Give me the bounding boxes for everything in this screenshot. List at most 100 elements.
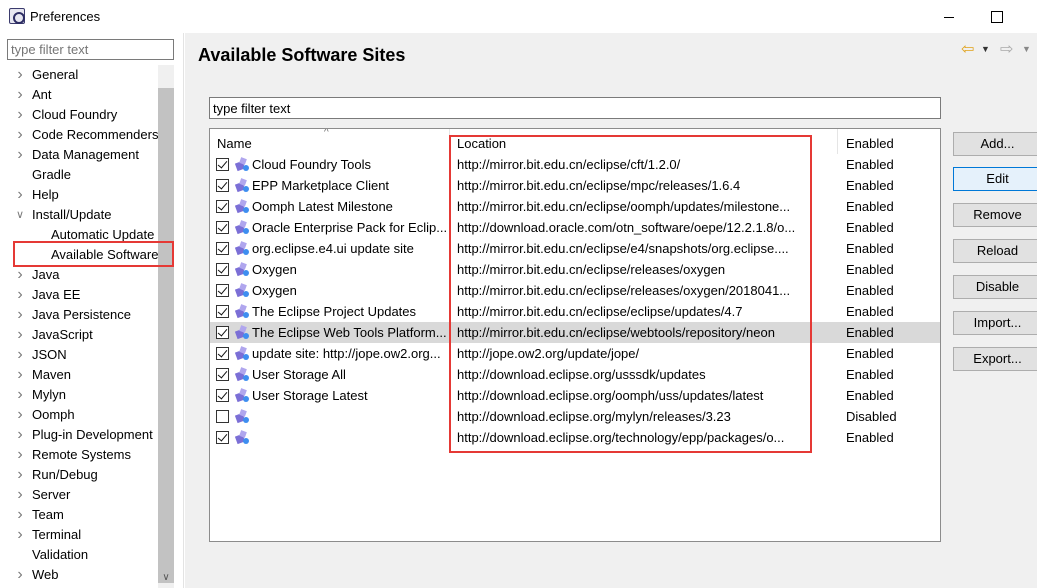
site-location-cell: http://download.eclipse.org/usssdk/updat…: [457, 367, 706, 382]
enable-checkbox[interactable]: [216, 263, 229, 276]
enable-checkbox[interactable]: [216, 326, 229, 339]
scroll-down-icon[interactable]: ∨: [158, 571, 174, 585]
export-button[interactable]: Export...: [953, 347, 1037, 371]
nav-filter-input[interactable]: [7, 39, 174, 60]
enable-checkbox[interactable]: [216, 389, 229, 402]
table-row[interactable]: http://download.eclipse.org/technology/e…: [210, 427, 940, 448]
enable-checkbox[interactable]: [216, 431, 229, 444]
column-header-name[interactable]: Name: [217, 136, 252, 151]
enable-checkbox[interactable]: [216, 305, 229, 318]
tree-item[interactable]: › Run/Debug: [0, 465, 158, 485]
tree-item[interactable]: › Maven: [0, 365, 158, 385]
nav-scrollbar-thumb[interactable]: [158, 88, 174, 583]
tree-item[interactable]: › Team: [0, 505, 158, 525]
table-row[interactable]: Oxygen http://mirror.bit.edu.cn/eclipse/r…: [210, 280, 940, 301]
tree-item[interactable]: › Java Persistence: [0, 305, 158, 325]
tree-item[interactable]: › Cloud Foundry: [0, 105, 158, 125]
enable-checkbox[interactable]: [216, 284, 229, 297]
enable-checkbox[interactable]: [216, 242, 229, 255]
disable-button[interactable]: Disable: [953, 275, 1037, 299]
tree-item[interactable]: › Plug-in Development: [0, 425, 158, 445]
enable-checkbox[interactable]: [216, 158, 229, 171]
chevron-right-icon[interactable]: ›: [14, 185, 26, 205]
remove-button[interactable]: Remove: [953, 203, 1037, 227]
tree-item-label: Help: [32, 187, 59, 202]
table-row[interactable]: Oomph Latest Milestone http://mirror.bit.…: [210, 196, 940, 217]
chevron-right-icon[interactable]: ›: [14, 65, 26, 85]
chevron-right-icon[interactable]: ›: [14, 305, 26, 325]
chevron-down-icon[interactable]: ∨: [14, 205, 26, 225]
table-row[interactable]: The Eclipse Project Updates http://mirror…: [210, 301, 940, 322]
enable-checkbox[interactable]: [216, 410, 229, 423]
chevron-right-icon[interactable]: ›: [14, 485, 26, 505]
tree-item[interactable]: › Mylyn: [0, 385, 158, 405]
chevron-right-icon[interactable]: ›: [14, 425, 26, 445]
chevron-right-icon[interactable]: ›: [14, 85, 26, 105]
site-location-cell: http://download.oracle.com/otn_software/…: [457, 220, 796, 235]
table-row[interactable]: org.eclipse.e4.ui update site http://mirr…: [210, 238, 940, 259]
maximize-button[interactable]: [983, 6, 1011, 28]
tree-item[interactable]: › Ant: [0, 85, 158, 105]
column-header-enabled[interactable]: Enabled: [846, 136, 894, 151]
table-row[interactable]: The Eclipse Web Tools Platform... http://…: [210, 322, 940, 343]
chevron-right-icon[interactable]: ›: [14, 105, 26, 125]
reload-button[interactable]: Reload: [953, 239, 1037, 263]
chevron-right-icon[interactable]: ›: [14, 445, 26, 465]
table-row[interactable]: User Storage Latest http://download.eclip…: [210, 385, 940, 406]
tree-item[interactable]: › Java EE: [0, 285, 158, 305]
table-row[interactable]: update site: http://jope.ow2.org... http:…: [210, 343, 940, 364]
tree-item[interactable]: › Code Recommenders: [0, 125, 158, 145]
enable-checkbox[interactable]: [216, 221, 229, 234]
column-header-location[interactable]: Location: [457, 136, 506, 151]
tree-item[interactable]: › General: [0, 65, 158, 85]
tree-item[interactable]: ∨ Install/Update: [0, 205, 158, 225]
table-row[interactable]: Oxygen http://mirror.bit.edu.cn/eclipse/r…: [210, 259, 940, 280]
chevron-right-icon[interactable]: ›: [14, 525, 26, 545]
chevron-right-icon[interactable]: ›: [14, 345, 26, 365]
tree-item[interactable]: Validation: [0, 545, 158, 565]
enable-checkbox[interactable]: [216, 200, 229, 213]
back-history-dropdown-icon[interactable]: ▼: [981, 44, 990, 54]
chevron-right-icon[interactable]: ›: [14, 125, 26, 145]
chevron-right-icon[interactable]: ›: [14, 325, 26, 345]
enable-checkbox[interactable]: [216, 368, 229, 381]
chevron-right-icon[interactable]: ›: [14, 505, 26, 525]
enable-checkbox[interactable]: [216, 347, 229, 360]
tree-item[interactable]: › Java: [0, 265, 158, 285]
tree-item[interactable]: › Terminal: [0, 525, 158, 545]
table-row[interactable]: Oracle Enterprise Pack for Eclip... http:…: [210, 217, 940, 238]
tree-item[interactable]: › Web: [0, 565, 158, 585]
site-location-cell: http://download.eclipse.org/technology/e…: [457, 430, 785, 445]
chevron-right-icon[interactable]: ›: [14, 285, 26, 305]
tree-item[interactable]: Gradle: [0, 165, 158, 185]
tree-item[interactable]: › Data Management: [0, 145, 158, 165]
table-row[interactable]: User Storage All http://download.eclipse.…: [210, 364, 940, 385]
back-arrow-icon[interactable]: ⇦: [961, 42, 979, 58]
forward-history-dropdown-icon[interactable]: ▼: [1022, 44, 1031, 54]
chevron-right-icon[interactable]: ›: [14, 265, 26, 285]
minimize-button[interactable]: [935, 6, 963, 28]
table-row[interactable]: Cloud Foundry Tools http://mirror.bit.edu…: [210, 154, 940, 175]
tree-item[interactable]: › Oomph: [0, 405, 158, 425]
column-divider[interactable]: [837, 129, 838, 154]
chevron-right-icon[interactable]: ›: [14, 405, 26, 425]
table-row[interactable]: EPP Marketplace Client http://mirror.bit.…: [210, 175, 940, 196]
tree-item[interactable]: › Help: [0, 185, 158, 205]
tree-item[interactable]: › JSON: [0, 345, 158, 365]
tree-item[interactable]: › JavaScript: [0, 325, 158, 345]
chevron-right-icon[interactable]: ›: [14, 145, 26, 165]
sites-filter-input[interactable]: [209, 97, 941, 119]
add-button[interactable]: Add...: [953, 132, 1037, 156]
enable-checkbox[interactable]: [216, 179, 229, 192]
tree-item[interactable]: › Server: [0, 485, 158, 505]
chevron-right-icon[interactable]: ›: [14, 365, 26, 385]
table-row[interactable]: http://download.eclipse.org/mylyn/releas…: [210, 406, 940, 427]
chevron-right-icon[interactable]: ›: [14, 385, 26, 405]
chevron-right-icon[interactable]: ›: [14, 565, 26, 585]
column-divider[interactable]: [449, 129, 450, 154]
edit-button[interactable]: Edit: [953, 167, 1037, 191]
chevron-right-icon[interactable]: ›: [14, 465, 26, 485]
import-button[interactable]: Import...: [953, 311, 1037, 335]
tree-item[interactable]: › Remote Systems: [0, 445, 158, 465]
forward-arrow-icon[interactable]: ⇨: [1000, 42, 1013, 58]
